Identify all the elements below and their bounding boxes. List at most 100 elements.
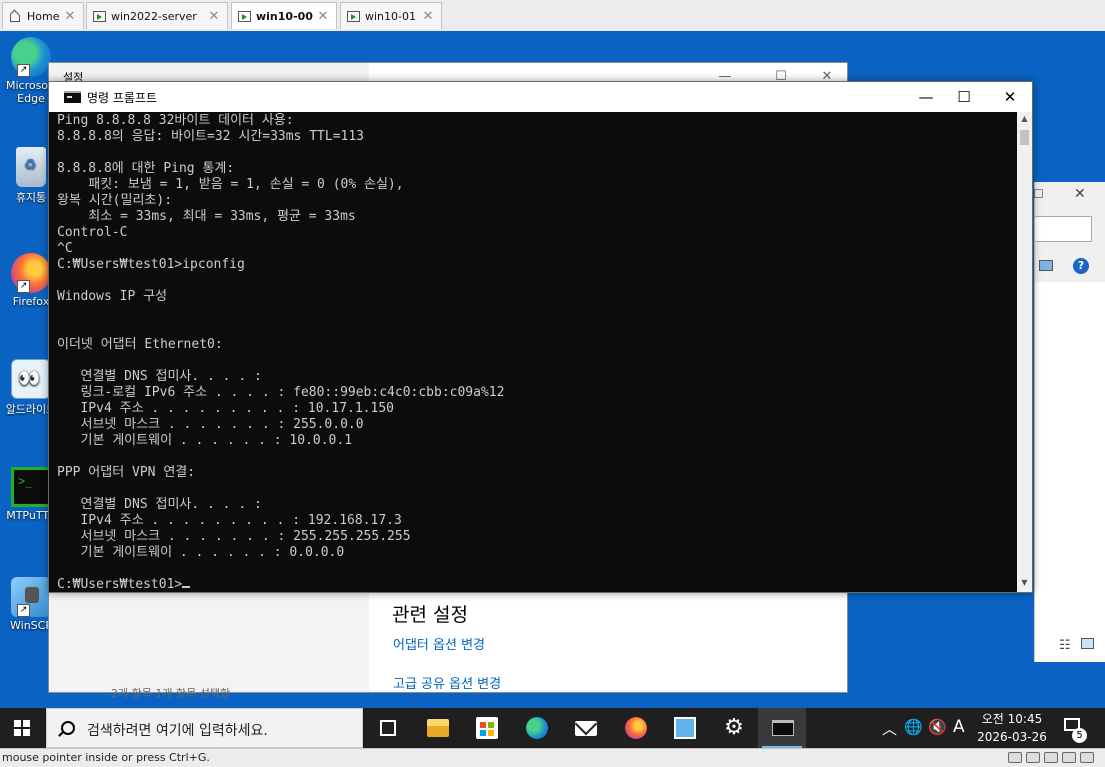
network-globe-icon[interactable]: 🌐	[904, 718, 923, 736]
restore-icon[interactable]: ☐	[1033, 187, 1044, 201]
tray-chevron-icon[interactable]: ︿	[882, 718, 897, 739]
taskbar-search-input[interactable]: 검색하려면 여기에 입력하세요.	[46, 708, 363, 748]
taskbar: 검색하려면 여기에 입력하세요. ⚙ ︿ 🌐 🔇 A 오전 10:45 2026…	[0, 708, 1105, 748]
scroll-thumb[interactable]	[1020, 130, 1029, 145]
adapter-options-link[interactable]: 어댑터 옵션 변경	[393, 634, 485, 653]
store-icon	[476, 717, 498, 739]
details-pane-icon[interactable]	[1039, 260, 1053, 271]
file-explorer-button[interactable]	[413, 708, 461, 748]
console-line: ^C	[57, 241, 73, 256]
view-details-icon[interactable]: ☷	[1059, 638, 1071, 653]
task-view-icon	[380, 720, 396, 736]
close-icon[interactable]: ✕	[1074, 186, 1086, 202]
console-line: C:₩Users₩test01>ipconfig	[57, 257, 245, 272]
tab-win2022-server[interactable]: win2022-server ✕	[86, 2, 228, 29]
console-line: Windows IP 구성	[57, 289, 168, 304]
console-line: 서브넷 마스크 . . . . . . . : 255.0.0.0	[57, 417, 364, 432]
close-icon[interactable]: ✕	[316, 9, 330, 24]
console-line: Ping 8.8.8.8 32바이트 데이터 사용:	[57, 113, 294, 128]
search-icon	[61, 721, 75, 735]
console-line: 8.8.8.8에 대한 Ping 통계:	[57, 161, 235, 176]
help-icon[interactable]: ?	[1073, 258, 1089, 274]
network-app-button[interactable]	[660, 708, 708, 748]
tab-home[interactable]: Home ✕	[2, 2, 84, 29]
network-adapter-icon[interactable]	[1044, 752, 1058, 763]
cmd-titlebar[interactable]: 명령 프롬프트 — ☐ ✕	[49, 82, 1032, 112]
start-button[interactable]	[0, 708, 46, 748]
store-button[interactable]	[462, 708, 510, 748]
vm-icon	[93, 10, 106, 22]
view-large-icon[interactable]	[1081, 638, 1094, 649]
scroll-up-icon[interactable]: ▲	[1017, 112, 1032, 126]
mail-button[interactable]	[561, 708, 609, 748]
close-icon[interactable]: ✕	[421, 9, 435, 24]
console-output[interactable]: Ping 8.8.8.8 32바이트 데이터 사용: 8.8.8.8의 응답: 바…	[57, 113, 1017, 591]
task-view-button[interactable]	[364, 708, 412, 748]
firefox-icon	[625, 717, 647, 739]
console-line: Control-C	[57, 225, 128, 240]
firefox-icon: ↗	[11, 253, 51, 293]
clock-date: 2026-03-26	[977, 730, 1047, 744]
clock-time: 오전 10:45	[981, 712, 1043, 726]
console-line: 8.8.8.8의 응답: 바이트=32 시간=33ms TTL=113	[57, 129, 364, 144]
tab-label: win2022-server	[111, 9, 197, 23]
close-icon[interactable]: ✕	[207, 9, 221, 24]
maximize-button[interactable]: ☐	[941, 82, 987, 112]
console-line: 연결별 DNS 접미사. . . . :	[57, 369, 262, 384]
firefox-button[interactable]	[611, 708, 659, 748]
console-line: 왕복 시간(밀리초):	[57, 193, 173, 208]
home-icon	[9, 11, 22, 22]
vm-status-bar: mouse pointer inside or press Ctrl+G.	[0, 748, 1105, 767]
advanced-sharing-link[interactable]: 고급 공유 옵션 변경	[393, 673, 501, 692]
usb-icon[interactable]	[1062, 752, 1076, 763]
shortcut-arrow-icon: ↗	[17, 280, 30, 293]
clock[interactable]: 오전 10:45 2026-03-26	[972, 710, 1052, 746]
console-line: 기본 게이트웨이 . . . . . . : 0.0.0.0	[57, 545, 345, 560]
ime-indicator[interactable]: A	[953, 717, 965, 737]
settings-button[interactable]: ⚙	[709, 708, 757, 748]
search-placeholder: 검색하려면 여기에 입력하세요.	[87, 723, 268, 739]
cmd-taskbar-button[interactable]	[758, 708, 806, 748]
aldrive-icon: 👀	[11, 359, 51, 399]
notification-count: 5	[1072, 728, 1087, 743]
volume-muted-icon[interactable]: 🔇	[928, 718, 947, 736]
console-line: 패킷: 보냄 = 1, 받음 = 1, 손실 = 0 (0% 손실),	[57, 177, 404, 192]
close-icon[interactable]: ✕	[63, 9, 77, 24]
background-window-header: ☐ ✕ ?	[1033, 182, 1105, 282]
cmd-icon	[64, 91, 81, 103]
close-button[interactable]: ✕	[987, 82, 1033, 112]
display-icon[interactable]	[1080, 752, 1094, 763]
cmd-title: 명령 프롬프트	[87, 91, 158, 105]
related-settings-title: 관련 설정	[392, 604, 468, 626]
edge-button[interactable]	[512, 708, 560, 748]
console-line: 링크-로컬 IPv6 주소 . . . . : fe80::99eb:c4c0:…	[57, 385, 505, 400]
notification-button[interactable]: 5	[1060, 714, 1090, 744]
console-line: 최소 = 33ms, 최대 = 33ms, 평균 = 33ms	[57, 209, 356, 224]
settings-status: 2개 항목 1개 항목 선택함	[111, 687, 231, 700]
recycle-bin-icon: ♻	[16, 147, 46, 187]
desktop: ↗ Microsoft Edge ♻ 휴지통 ↗ Firefox 👀 알드라이브…	[0, 31, 1105, 708]
console-line: 연결별 DNS 접미사. . . . :	[57, 497, 262, 512]
scrollbar[interactable]: ▲ ▼	[1017, 112, 1032, 592]
cd-drive-icon[interactable]	[1026, 752, 1040, 763]
console-line: IPv4 주소 . . . . . . . . . : 192.168.17.3	[57, 513, 402, 528]
tab-label: win10-00	[256, 9, 313, 23]
windows-logo-icon	[14, 720, 30, 736]
shortcut-arrow-icon: ↗	[17, 604, 30, 617]
hard-disk-icon[interactable]	[1008, 752, 1022, 763]
search-field[interactable]	[1035, 216, 1092, 242]
tab-win10-01[interactable]: win10-01 ✕	[340, 2, 442, 29]
vm-icon	[238, 10, 251, 22]
scroll-down-icon[interactable]: ▼	[1017, 576, 1032, 590]
console-line: IPv4 주소 . . . . . . . . . : 10.17.1.150	[57, 401, 394, 416]
edge-icon	[526, 717, 548, 739]
cmd-icon	[772, 720, 794, 736]
cmd-window[interactable]: 명령 프롬프트 — ☐ ✕ Ping 8.8.8.8 32바이트 데이터 사용:…	[48, 81, 1033, 593]
edge-icon: ↗	[11, 37, 51, 77]
winscp-icon: ↗	[11, 577, 51, 617]
tab-win10-00[interactable]: win10-00 ✕	[231, 2, 337, 29]
console-line: 이더넷 어댑터 Ethernet0:	[57, 337, 223, 352]
